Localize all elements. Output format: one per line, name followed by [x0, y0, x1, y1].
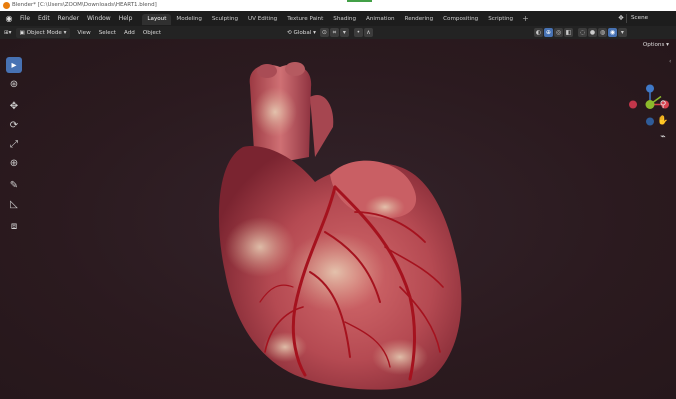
scene-icon: ❖ — [617, 14, 625, 22]
options-label: Options — [642, 42, 665, 48]
mode-dropdown[interactable]: ▣ Object Mode ▾ — [15, 27, 71, 38]
material-shading-icon[interactable]: ◍ — [597, 28, 607, 37]
mode-label: Object Mode — [26, 29, 62, 36]
editor-type-icon[interactable]: ⊞▾ — [0, 28, 16, 38]
blender-logo-icon[interactable]: ◉ — [2, 11, 16, 26]
window-title: Blender* [C:\Users\ZOOM\Downloads\HEART1… — [12, 2, 157, 8]
rendered-shading-icon[interactable]: ◉ — [607, 28, 617, 37]
xray-icon[interactable]: ◧ — [563, 28, 573, 37]
select-box-icon[interactable]: ▸ — [6, 57, 22, 73]
titlebar-indicator — [347, 0, 372, 2]
menu-render[interactable]: Render — [54, 11, 83, 26]
menu-edit[interactable]: Edit — [34, 11, 54, 26]
solid-shading-icon[interactable]: ● — [587, 28, 597, 37]
tab-rendering[interactable]: Rendering — [400, 14, 439, 25]
tool-shelf: ▸ ⊛ ✥ ⟳ ⤢ ⊕ ✎ ◺ ⧈ — [5, 57, 23, 237]
top-menubar: ◉ File Edit Render Window Help Layout Mo… — [0, 11, 676, 26]
menu-help[interactable]: Help — [115, 11, 137, 26]
snap-target-icon[interactable]: ▾ — [339, 28, 349, 37]
add-workspace-button[interactable]: + — [518, 11, 533, 26]
menu-select[interactable]: Select — [95, 28, 120, 38]
menu-add[interactable]: Add — [120, 28, 139, 38]
tab-shading[interactable]: Shading — [328, 14, 361, 25]
orientation-dropdown[interactable]: ⟲ Global ▾ — [283, 28, 320, 38]
window-titlebar: Blender* [C:\Users\ZOOM\Downloads\HEART1… — [0, 0, 676, 11]
tab-sculpting[interactable]: Sculpting — [207, 14, 243, 25]
z-axis-handle[interactable] — [646, 84, 654, 93]
falloff-icon[interactable]: ∧ — [363, 28, 373, 37]
scene-name: Scene — [626, 14, 672, 23]
visibility-icon[interactable]: ◐ — [533, 28, 543, 37]
viewport-nav-tools: ⚲ ✋ ⌁ — [655, 98, 671, 146]
tab-scripting[interactable]: Scripting — [483, 14, 518, 25]
options-dropdown[interactable]: Options ▾ — [640, 41, 672, 50]
vessel-opening-2 — [257, 64, 277, 78]
add-cube-icon[interactable]: ⧈ — [6, 218, 22, 234]
zoom-icon[interactable]: ⚲ — [656, 98, 670, 112]
move-icon[interactable]: ✥ — [6, 98, 22, 114]
y-axis-handle[interactable] — [645, 100, 655, 109]
fat-patch-5 — [372, 339, 428, 375]
scene-selector[interactable]: ❖ Scene — [616, 13, 672, 24]
orientation-label: Global — [293, 29, 312, 36]
scale-icon[interactable]: ⤢ — [6, 136, 22, 152]
gizmo-toggle-icon[interactable]: ⊕ — [543, 28, 553, 37]
annotate-icon[interactable]: ✎ — [6, 177, 22, 193]
workspace-tabs: Layout Modeling Sculpting UV Editing Tex… — [142, 12, 518, 25]
tab-texture-paint[interactable]: Texture Paint — [282, 14, 328, 25]
neg-x-axis-handle[interactable] — [629, 100, 637, 109]
sidebar-collapse-icon[interactable]: ‹ — [669, 58, 671, 65]
blender-app-icon — [3, 2, 10, 9]
tab-layout[interactable]: Layout — [142, 14, 172, 25]
fat-patch-1 — [225, 217, 295, 277]
overlay-toggle-icon[interactable]: ◎ — [553, 28, 563, 37]
tab-modeling[interactable]: Modeling — [171, 14, 206, 25]
measure-icon[interactable]: ◺ — [6, 196, 22, 212]
fat-patch-4 — [365, 195, 405, 219]
snap-icon[interactable]: ⌗ — [329, 28, 339, 37]
object-mode-icon: ▣ — [19, 29, 27, 36]
menu-file[interactable]: File — [16, 11, 34, 26]
tab-compositing[interactable]: Compositing — [438, 14, 483, 25]
camera-view-icon[interactable]: ⌁ — [656, 130, 670, 144]
menu-view[interactable]: View — [73, 28, 94, 38]
wireframe-shading-icon[interactable]: ◌ — [577, 28, 587, 37]
vessel-opening-1 — [285, 62, 305, 76]
cursor-icon[interactable]: ⊛ — [6, 76, 22, 92]
viewport-header: ⊞▾ ▣ Object Mode ▾ View Select Add Objec… — [0, 26, 676, 39]
menu-window[interactable]: Window — [83, 11, 115, 26]
fat-patch-3 — [253, 87, 297, 137]
menu-object[interactable]: Object — [139, 28, 165, 38]
shading-options-icon[interactable]: ▾ — [617, 28, 627, 37]
pivot-icon[interactable]: ⊙ — [319, 28, 329, 37]
3d-viewport[interactable] — [0, 39, 676, 399]
proportional-edit-icon[interactable]: • — [353, 28, 363, 37]
transform-icon[interactable]: ⊕ — [6, 155, 22, 171]
rotate-icon[interactable]: ⟳ — [6, 117, 22, 133]
tab-animation[interactable]: Animation — [361, 14, 400, 25]
heart-model[interactable] — [185, 57, 475, 399]
pan-hand-icon[interactable]: ✋ — [656, 114, 670, 128]
pulmonary-vessel — [310, 95, 334, 157]
neg-z-axis-handle[interactable] — [646, 117, 654, 126]
tab-uv-editing[interactable]: UV Editing — [243, 14, 282, 25]
